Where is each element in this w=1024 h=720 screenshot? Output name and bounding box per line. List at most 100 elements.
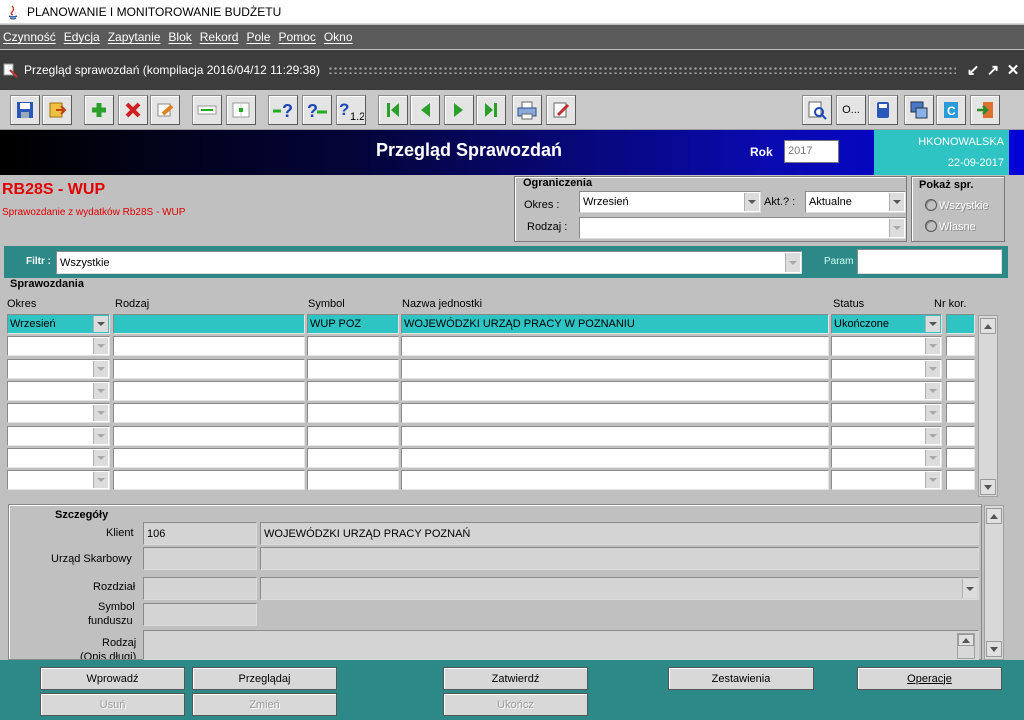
filtr-select[interactable]: Wszystkie xyxy=(56,251,802,274)
rodzaj-opis-textarea[interactable] xyxy=(143,630,979,660)
urzad-code[interactable] xyxy=(143,547,257,570)
table-cell-nazwa[interactable] xyxy=(401,470,829,491)
table-cell-okres[interactable] xyxy=(7,470,110,491)
detail-scrollbar[interactable] xyxy=(984,505,1004,660)
chevron-down-icon[interactable] xyxy=(925,472,940,489)
table-cell-status[interactable] xyxy=(831,403,942,424)
last-record-icon[interactable] xyxy=(476,95,506,125)
table-cell-rodzaj[interactable] xyxy=(113,403,305,424)
table-cell-nr[interactable] xyxy=(946,425,975,446)
table-cell-nr[interactable] xyxy=(946,336,975,357)
calculator-icon[interactable] xyxy=(868,95,898,125)
scroll-up-icon[interactable] xyxy=(986,508,1002,524)
textarea-scrollbar[interactable] xyxy=(957,633,975,659)
table-cell-okres[interactable]: Wrzesień xyxy=(7,314,110,334)
table-cell-status[interactable] xyxy=(831,358,942,379)
chevron-down-icon[interactable] xyxy=(889,219,904,237)
table-cell-rodzaj[interactable] xyxy=(113,336,305,357)
chevron-down-icon[interactable] xyxy=(93,405,108,422)
chevron-down-icon[interactable] xyxy=(925,316,940,332)
table-cell-symbol[interactable] xyxy=(307,470,399,491)
chevron-down-icon[interactable] xyxy=(925,449,940,466)
menu-blok[interactable]: Blok xyxy=(165,30,196,44)
okres-select[interactable]: Wrzesień xyxy=(579,191,761,213)
table-cell-symbol[interactable] xyxy=(307,380,399,401)
menu-pole[interactable]: Pole xyxy=(243,30,275,44)
rozdzial-select[interactable] xyxy=(260,577,979,600)
chevron-down-icon[interactable] xyxy=(93,449,108,466)
usun-button[interactable]: Usuń xyxy=(40,693,185,716)
blank-icon[interactable] xyxy=(226,95,256,125)
chevron-down-icon[interactable] xyxy=(93,382,108,399)
chevron-down-icon[interactable] xyxy=(925,405,940,422)
table-cell-status[interactable] xyxy=(831,447,942,468)
table-cell-symbol[interactable] xyxy=(307,447,399,468)
table-cell-nr[interactable] xyxy=(946,314,975,334)
table-cell-nr[interactable] xyxy=(946,447,975,468)
ukoncz-button[interactable]: Ukończ xyxy=(443,693,588,716)
chevron-down-icon[interactable] xyxy=(925,360,940,377)
chevron-down-icon[interactable] xyxy=(744,193,759,211)
chevron-down-icon[interactable] xyxy=(93,316,108,332)
operacje-button[interactable]: Operacje xyxy=(857,667,1002,690)
klient-code[interactable]: 106 xyxy=(143,522,257,545)
table-cell-symbol[interactable]: WUP POZ xyxy=(307,314,399,334)
chevron-down-icon[interactable] xyxy=(925,338,940,355)
duplicate-icon[interactable] xyxy=(192,95,222,125)
table-cell-rodzaj[interactable] xyxy=(113,470,305,491)
table-cell-status[interactable] xyxy=(831,380,942,401)
chevron-down-icon[interactable] xyxy=(925,427,940,444)
close-icon[interactable]: ✕ xyxy=(1004,61,1022,79)
table-cell-status[interactable] xyxy=(831,425,942,446)
param-input[interactable] xyxy=(857,249,1002,274)
radio-wlasne[interactable] xyxy=(925,220,937,232)
chevron-down-icon[interactable] xyxy=(962,579,977,598)
table-cell-rodzaj[interactable] xyxy=(113,314,305,334)
akt-select[interactable]: Aktualne xyxy=(805,191,906,213)
chevron-down-icon[interactable] xyxy=(925,382,940,399)
table-cell-okres[interactable] xyxy=(7,403,110,424)
table-cell-nazwa[interactable] xyxy=(401,358,829,379)
zmien-button[interactable]: Zmień xyxy=(192,693,337,716)
table-cell-okres[interactable] xyxy=(7,447,110,468)
table-cell-nazwa[interactable] xyxy=(401,425,829,446)
table-cell-okres[interactable] xyxy=(7,425,110,446)
count-query-icon[interactable]: ? 1.2 xyxy=(336,95,366,125)
table-cell-nazwa[interactable] xyxy=(401,447,829,468)
table-cell-status[interactable] xyxy=(831,336,942,357)
scroll-down-icon[interactable] xyxy=(980,479,996,495)
menu-rekord[interactable]: Rekord xyxy=(197,30,244,44)
minimize-icon[interactable]: ↙ xyxy=(964,61,982,79)
print-icon[interactable] xyxy=(512,95,542,125)
table-cell-okres[interactable] xyxy=(7,336,110,357)
chevron-down-icon[interactable] xyxy=(93,338,108,355)
table-cell-nazwa[interactable]: WOJEWÓDZKI URZĄD PRACY W POZNANIU xyxy=(401,314,829,334)
chevron-down-icon[interactable] xyxy=(93,360,108,377)
urzad-name[interactable] xyxy=(260,547,979,570)
table-cell-nazwa[interactable] xyxy=(401,380,829,401)
table-cell-status[interactable] xyxy=(831,470,942,491)
previous-record-icon[interactable] xyxy=(410,95,440,125)
chevron-down-icon[interactable] xyxy=(93,472,108,489)
klient-name[interactable]: WOJEWÓDZKI URZĄD PRACY POZNAŃ xyxy=(260,522,979,545)
table-cell-rodzaj[interactable] xyxy=(113,425,305,446)
menu-czynnosc[interactable]: Czynność xyxy=(0,30,61,44)
scroll-down-icon[interactable] xyxy=(986,641,1002,657)
menu-zapytanie[interactable]: Zapytanie xyxy=(105,30,166,44)
menu-okno[interactable]: Okno xyxy=(321,30,358,44)
table-cell-symbol[interactable] xyxy=(307,403,399,424)
logout-icon[interactable] xyxy=(970,95,1000,125)
save-icon[interactable] xyxy=(10,95,40,125)
table-cell-status[interactable]: Ukończone xyxy=(831,314,942,334)
table-cell-nazwa[interactable] xyxy=(401,403,829,424)
clear-record-icon[interactable] xyxy=(150,95,180,125)
chevron-down-icon[interactable] xyxy=(889,193,904,211)
more-button[interactable]: O... xyxy=(836,95,866,125)
edit-icon[interactable] xyxy=(546,95,576,125)
rodzaj-filter-select[interactable] xyxy=(579,217,906,239)
table-scrollbar[interactable] xyxy=(978,315,998,497)
add-record-icon[interactable] xyxy=(84,95,114,125)
symbol-funduszu-input[interactable] xyxy=(143,603,257,626)
table-cell-okres[interactable] xyxy=(7,380,110,401)
table-cell-nazwa[interactable] xyxy=(401,336,829,357)
